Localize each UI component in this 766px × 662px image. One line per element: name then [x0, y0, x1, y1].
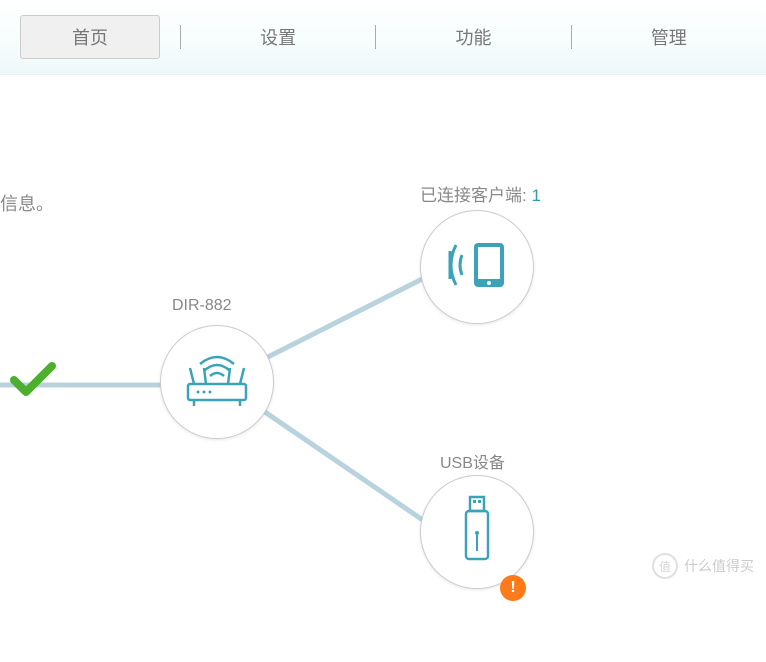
- nav-features[interactable]: 功能: [376, 16, 570, 58]
- router-icon: [180, 350, 254, 415]
- info-text-fragment: 信息。: [0, 190, 54, 216]
- checkmark-icon: [10, 358, 56, 409]
- clients-node[interactable]: [420, 210, 534, 324]
- watermark-badge: 值: [652, 553, 678, 579]
- top-nav: 首页 设置 功能 管理: [0, 0, 766, 75]
- nav-management[interactable]: 管理: [572, 16, 766, 58]
- page-title-fragment: [0, 125, 31, 177]
- clients-label-text: 已连接客户端:: [420, 186, 531, 205]
- usb-node[interactable]: [420, 475, 534, 589]
- clients-count: 1: [531, 186, 540, 205]
- main-content: 信息。 DIR-882 已连接客户端: [0, 75, 766, 575]
- wireless-client-icon: [444, 239, 510, 296]
- clients-label: 已连接客户端: 1: [420, 181, 541, 206]
- alert-icon: !: [500, 575, 526, 601]
- router-label: DIR-882: [172, 297, 232, 315]
- nav-home[interactable]: 首页: [20, 15, 160, 59]
- usb-label: USB设备: [440, 449, 505, 473]
- watermark: 值 什么值得买: [652, 553, 754, 579]
- usb-drive-icon: [462, 495, 492, 570]
- router-node[interactable]: [160, 325, 274, 439]
- nav-settings[interactable]: 设置: [181, 16, 375, 58]
- watermark-text: 什么值得买: [684, 556, 754, 576]
